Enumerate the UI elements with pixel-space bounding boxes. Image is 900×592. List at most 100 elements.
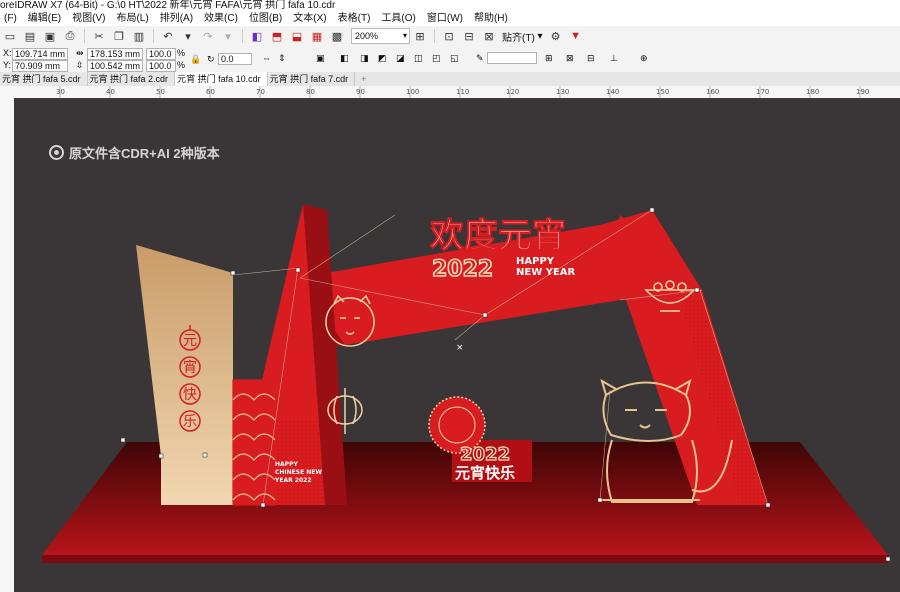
full-screen-icon[interactable]: ⊞	[411, 27, 429, 45]
menu-table[interactable]: 表格(T)	[334, 12, 378, 26]
leg-text-1: HAPPY	[275, 461, 298, 468]
ruler-label: 190	[856, 88, 869, 96]
zoom-level-select[interactable]: 200% ▾	[351, 28, 410, 44]
x-label: X:	[3, 48, 12, 58]
scale-width-field[interactable]: 100.0	[146, 48, 176, 60]
document-tab[interactable]: 元宵 拱门 fafa 5.cdr	[0, 72, 88, 86]
width-icon: ⇹	[76, 48, 84, 58]
mirror-horizontal-icon[interactable]: ⇔	[262, 53, 271, 64]
ruler-label: 50	[156, 88, 165, 96]
ruler-label: 70	[256, 88, 265, 96]
simplify-icon[interactable]: ◪	[396, 53, 405, 64]
lock-ratio-icon[interactable]: 🔒	[190, 54, 201, 65]
align-distribute-icon[interactable]: ⊟	[587, 53, 595, 64]
create-boundary-icon[interactable]: ◱	[450, 53, 459, 64]
center-marker-icon: ×	[456, 343, 464, 353]
ruler-ticks: 30 40 50 60 70 80 90 100 110 120 130 140 150 160 170 18…	[56, 86, 869, 98]
menu-layout[interactable]: 布局(L)	[112, 12, 155, 26]
menu-tools[interactable]: 工具(O)	[377, 12, 422, 26]
document-tab[interactable]: 元宵 拱门 fafa 2.cdr	[88, 72, 176, 86]
snap-to-button[interactable]: 贴齐(T) ▾	[499, 29, 546, 44]
ruler-label: 80	[306, 88, 315, 96]
convert-to-curves-icon[interactable]: ⊞	[545, 53, 553, 64]
add-tab-icon[interactable]: +	[355, 72, 372, 86]
menu-bitmaps[interactable]: 位图(B)	[245, 12, 289, 26]
publish-pdf-icon[interactable]: ▦	[308, 27, 326, 45]
show-grid-icon[interactable]: ⊟	[460, 27, 478, 45]
import-icon[interactable]: ⬒	[268, 27, 286, 45]
redo-icon[interactable]: ↷	[199, 27, 217, 45]
rotation-field[interactable]: 0.0	[218, 53, 252, 65]
mirror-vertical-icon[interactable]: ⇕	[278, 53, 286, 64]
watermark-text: 原文件含CDR+AI 2种版本	[69, 146, 220, 161]
cut-icon[interactable]: ✂	[90, 27, 108, 45]
launch-icon[interactable]: ▼	[567, 27, 585, 45]
paste-icon[interactable]: ▥	[130, 27, 148, 45]
menu-view[interactable]: 视图(V)	[68, 12, 112, 26]
show-guidelines-icon[interactable]: ⊠	[480, 27, 498, 45]
x-position-field[interactable]: 109.714 mm	[12, 48, 68, 60]
weld-icon[interactable]: ◧	[340, 53, 349, 64]
search-content-icon[interactable]: ◧	[248, 27, 266, 45]
menu-text[interactable]: 文本(X)	[289, 12, 333, 26]
print-icon[interactable]: ⎙	[61, 27, 79, 45]
menu-arrange[interactable]: 排列(A)	[156, 12, 200, 26]
save-icon[interactable]: ▣	[41, 27, 59, 45]
height-icon: ⇳	[76, 60, 84, 70]
watermark-icon	[49, 145, 64, 160]
wave-pattern	[232, 379, 276, 506]
document-tab[interactable]: 元宵 拱门 fafa 7.cdr	[268, 72, 356, 86]
position-icon[interactable]: ⊥	[610, 53, 618, 64]
undo-icon[interactable]: ↶	[159, 27, 177, 45]
front-minus-back-icon[interactable]: ◫	[414, 53, 423, 64]
ruler-label: 110	[456, 88, 469, 96]
ruler-label: 100	[406, 88, 419, 96]
title-bar: oreIDRAW X7 (64-Bit) - G:\0 HT\2022 新年\元…	[0, 0, 900, 12]
copy-icon[interactable]: ❐	[110, 27, 128, 45]
menu-edit[interactable]: 编辑(E)	[24, 12, 68, 26]
export-icon[interactable]: ⬓	[288, 27, 306, 45]
wrap-text-icon[interactable]: ⊠	[566, 53, 574, 64]
ruler-label: 40	[106, 88, 115, 96]
ruler-label: 160	[706, 88, 719, 96]
document-tab-active[interactable]: 元宵 拱门 fafa 10.cdr	[175, 72, 268, 86]
vertical-ruler[interactable]	[0, 98, 15, 592]
watermark: 原文件含CDR+AI 2种版本	[49, 143, 220, 162]
add-preset-icon[interactable]: ⊕	[640, 53, 648, 64]
width-field[interactable]: 178.153 mm	[87, 48, 143, 60]
window-title: oreIDRAW X7 (64-Bit) - G:\0 HT\2022 新年\元…	[0, 0, 336, 11]
ruler-label: 170	[756, 88, 769, 96]
scale-height-field[interactable]: 100.0	[146, 60, 176, 72]
percent-label: %	[177, 60, 186, 70]
new-document-icon[interactable]: ▭	[1, 27, 19, 45]
pillar-char-3: 快	[183, 387, 197, 403]
chevron-down-icon: ▾	[402, 31, 407, 40]
show-rulers-icon[interactable]: ⊡	[440, 27, 458, 45]
combine-icon[interactable]: ▣	[316, 53, 325, 64]
percent-label: %	[177, 48, 186, 58]
y-position-field[interactable]: 70.909 mm	[12, 60, 68, 72]
headline-text: 欢度元宵	[429, 216, 566, 256]
menu-window[interactable]: 窗口(W)	[423, 12, 470, 26]
redo-dropdown-icon[interactable]: ▾	[219, 27, 237, 45]
menu-file[interactable]: (F)	[0, 12, 24, 26]
menu-effects[interactable]: 效果(C)	[200, 12, 245, 26]
intersect-icon[interactable]: ◩	[378, 53, 387, 64]
menu-help[interactable]: 帮助(H)	[470, 12, 515, 26]
toolbar-divider	[242, 29, 243, 43]
options-icon[interactable]: ⚙	[547, 27, 565, 45]
leg-text-3: YEAR 2022	[274, 477, 312, 484]
open-icon[interactable]: ▤	[21, 27, 39, 45]
undo-dropdown-icon[interactable]: ▾	[179, 27, 197, 45]
outline-pen-icon[interactable]: ✎	[476, 53, 484, 64]
trim-icon[interactable]: ◨	[360, 53, 369, 64]
drawing-canvas[interactable]: 元 宵 快 乐 欢度元宵 2022 HAPPY NEW YEAR HAPPY C…	[14, 98, 900, 592]
ruler-label: 130	[556, 88, 569, 96]
app-launcher-icon[interactable]: ▩	[328, 27, 346, 45]
height-field[interactable]: 100.542 mm	[87, 60, 143, 72]
outline-width-select[interactable]	[487, 52, 537, 64]
ruler-label: 60	[206, 88, 215, 96]
snap-label: 贴齐(T)	[502, 32, 535, 44]
toolbar-divider	[84, 29, 85, 43]
back-minus-front-icon[interactable]: ◰	[432, 53, 441, 64]
